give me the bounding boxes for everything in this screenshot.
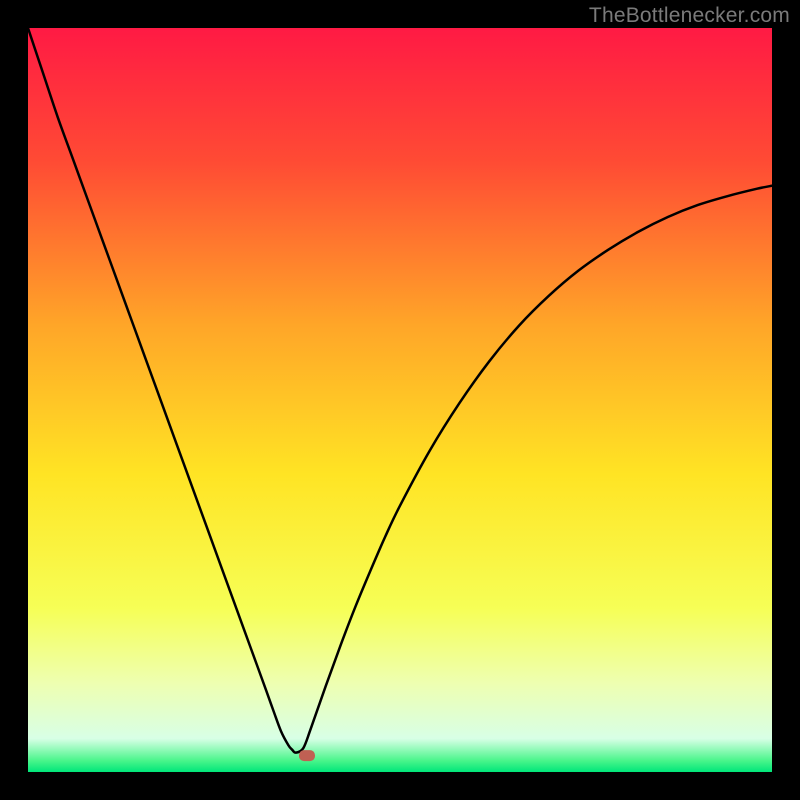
chart-svg <box>28 28 772 772</box>
vertex-marker <box>299 750 315 761</box>
watermark-text: TheBottlenecker.com <box>589 4 790 28</box>
chart-frame: TheBottlenecker.com <box>0 0 800 800</box>
plot-area <box>28 28 772 772</box>
gradient-background <box>28 28 772 772</box>
